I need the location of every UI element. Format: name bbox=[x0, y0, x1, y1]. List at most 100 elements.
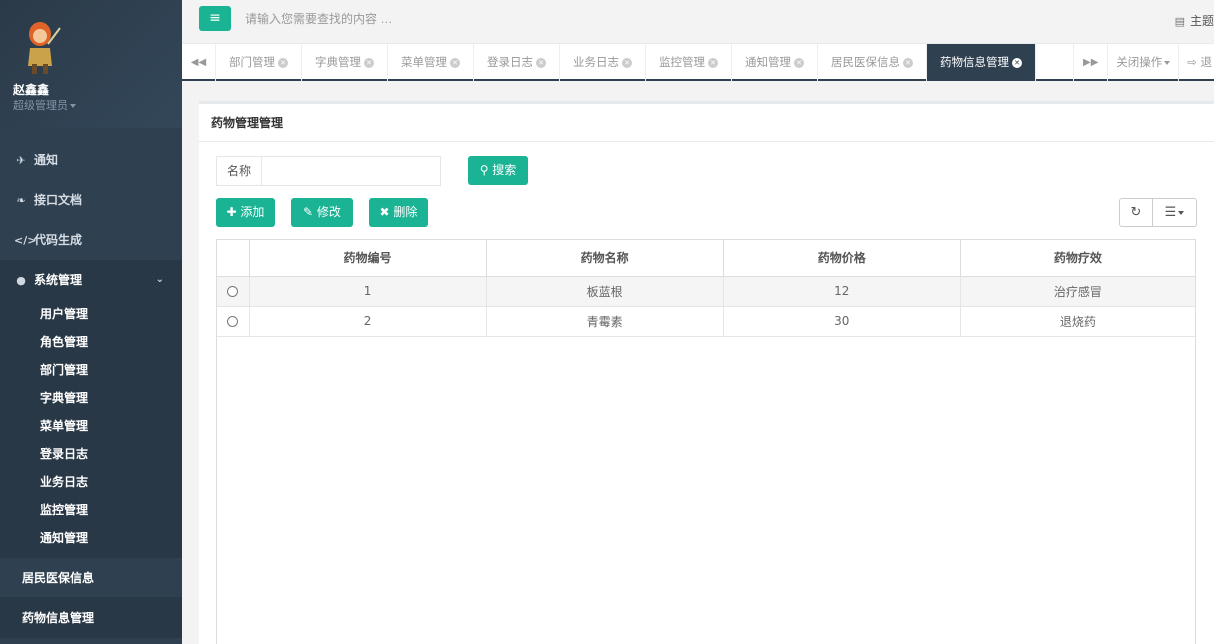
table-row[interactable]: 2 青霉素 30 退烧药 bbox=[217, 306, 1195, 337]
sidebar-item-notice[interactable]: ✈ 通知 bbox=[0, 140, 182, 180]
sidebar-item-label: 通知 bbox=[34, 153, 59, 167]
tab-close-icon[interactable]: ✕ bbox=[708, 57, 718, 68]
sidebar-subitem-role[interactable]: 角色管理 bbox=[0, 328, 182, 356]
tab-close-icon[interactable]: ✕ bbox=[364, 57, 374, 68]
tabs-scroll-right-button[interactable]: ▶▶ bbox=[1073, 44, 1107, 81]
edit-icon: ✎ bbox=[303, 205, 317, 219]
sidebar-subitem-dept[interactable]: 部门管理 bbox=[0, 356, 182, 384]
panel-title: 药物管理管理 bbox=[199, 104, 1214, 142]
tab-notice[interactable]: 通知管理 ✕ bbox=[732, 44, 818, 81]
tab-close-icon[interactable]: ✕ bbox=[536, 57, 546, 68]
close-operations-label: 关闭操作 bbox=[1116, 55, 1163, 69]
row-select-cell bbox=[217, 306, 250, 337]
menu-toggle-button[interactable]: ≡ bbox=[199, 6, 231, 31]
tab-label: 监控管理 bbox=[659, 55, 705, 69]
sidebar-subitem-login-log[interactable]: 登录日志 bbox=[0, 440, 182, 468]
table-cell: 30 bbox=[723, 306, 961, 337]
sidebar-item-medical-insurance[interactable]: 居民医保信息 bbox=[0, 558, 182, 598]
table-cell: 治疗感冒 bbox=[960, 276, 1195, 307]
tab-close-icon[interactable]: ✕ bbox=[1012, 57, 1022, 68]
exit-button[interactable]: ⇨ 退 bbox=[1178, 44, 1214, 81]
content-panel: 药物管理管理 名称 ⚲ 搜索 ✚ 添加 ✎ 修改 ✖ 删除 ↻ ☰ 药物编号 药… bbox=[199, 101, 1214, 644]
top-navbar: ≡ ▤ 主题 bbox=[182, 0, 1214, 44]
sidebar-item-system[interactable]: ● 系统管理 ⌄ bbox=[0, 260, 182, 300]
plus-icon: ✚ bbox=[226, 205, 241, 219]
tab-label: 通知管理 bbox=[745, 55, 791, 69]
tab-close-icon[interactable]: ✕ bbox=[622, 57, 632, 68]
tab-close-icon[interactable]: ✕ bbox=[794, 57, 804, 68]
profile-panel: 赵鑫鑫 超级管理员 bbox=[0, 0, 182, 128]
leaf-icon: ❧ bbox=[16, 194, 26, 207]
table-cell: 青霉素 bbox=[486, 306, 724, 337]
table-cell: 板蓝根 bbox=[486, 276, 724, 307]
table-toolbar: ↻ ☰ bbox=[1119, 198, 1197, 227]
table-cell: 2 bbox=[249, 306, 487, 337]
search-button[interactable]: ⚲ 搜索 bbox=[468, 156, 528, 185]
column-header[interactable]: 药物价格 bbox=[723, 240, 961, 277]
edit-button[interactable]: ✎ 修改 bbox=[291, 198, 353, 227]
tab-close-icon[interactable]: ✕ bbox=[278, 57, 288, 68]
add-button[interactable]: ✚ 添加 bbox=[216, 198, 275, 227]
rocket-icon: ✈ bbox=[16, 154, 26, 167]
column-header[interactable]: 药物名称 bbox=[486, 240, 724, 277]
tab-monitor[interactable]: 监控管理 ✕ bbox=[646, 44, 732, 81]
table-cell: 1 bbox=[249, 276, 487, 307]
select-column-header bbox=[217, 240, 250, 277]
tab-close-icon[interactable]: ✕ bbox=[903, 57, 913, 68]
sidebar-subitem-monitor[interactable]: 监控管理 bbox=[0, 496, 182, 524]
close-icon: ✖ bbox=[379, 205, 394, 219]
search-button-label: 搜索 bbox=[492, 163, 517, 177]
tabs-scroll-left-button[interactable]: ◀◀ bbox=[182, 44, 216, 81]
user-name: 赵鑫鑫 bbox=[13, 83, 50, 97]
sidebar-item-drug-info[interactable]: 药物信息管理 bbox=[0, 598, 182, 638]
column-header[interactable]: 药物疗效 bbox=[960, 240, 1195, 277]
columns-dropdown-button[interactable]: ☰ bbox=[1153, 198, 1197, 227]
tab-actions: ▶▶ 关闭操作 ⇨ 退 bbox=[1073, 44, 1214, 81]
sidebar-item-api-docs[interactable]: ❧ 接口文档 bbox=[0, 180, 182, 220]
column-header[interactable]: 药物编号 bbox=[249, 240, 487, 277]
tab-close-icon[interactable]: ✕ bbox=[450, 57, 460, 68]
tab-label: 登录日志 bbox=[487, 55, 533, 69]
sidebar-item-codegen[interactable]: </>代码生成 bbox=[0, 220, 182, 260]
sidebar-item-label: 接口文档 bbox=[34, 193, 83, 207]
search-icon: ⚲ bbox=[479, 163, 493, 177]
user-role-dropdown[interactable]: 超级管理员 bbox=[13, 97, 76, 113]
table-cell: 12 bbox=[723, 276, 961, 307]
sidebar-subitem-user[interactable]: 用户管理 bbox=[0, 300, 182, 328]
list-icon: ☰ bbox=[1164, 205, 1177, 220]
add-button-label: 添加 bbox=[240, 205, 265, 219]
sidebar-subitem-notice[interactable]: 通知管理 bbox=[0, 524, 182, 552]
tab-menu[interactable]: 菜单管理 ✕ bbox=[388, 44, 474, 81]
double-left-arrow-icon: ◀◀ bbox=[190, 57, 207, 68]
tab-label: 药物信息管理 bbox=[940, 55, 1009, 69]
theme-label: 主题 bbox=[1189, 14, 1214, 28]
tab-label: 居民医保信息 bbox=[831, 55, 900, 69]
theme-icon: ▤ bbox=[1174, 15, 1185, 28]
refresh-button[interactable]: ↻ bbox=[1119, 198, 1153, 227]
row-radio[interactable] bbox=[227, 286, 239, 297]
tab-op-log[interactable]: 业务日志 ✕ bbox=[560, 44, 646, 81]
sidebar-subitem-dict[interactable]: 字典管理 bbox=[0, 384, 182, 412]
name-search-input[interactable] bbox=[261, 156, 441, 186]
close-operations-dropdown[interactable]: 关闭操作 bbox=[1107, 44, 1178, 81]
user-icon: ● bbox=[16, 274, 26, 287]
double-right-arrow-icon: ▶▶ bbox=[1083, 57, 1099, 68]
table-row[interactable]: 1 板蓝根 12 治疗感冒 bbox=[217, 276, 1195, 307]
sidebar-subitem-op-log[interactable]: 业务日志 bbox=[0, 468, 182, 496]
tab-login-log[interactable]: 登录日志 ✕ bbox=[474, 44, 560, 81]
page-tabs: ◀◀ 部门管理 ✕ 字典管理 ✕ 菜单管理 ✕ 登录日志 ✕ 业务日志 ✕ 监控管理 ✕ 通… bbox=[182, 44, 1214, 81]
global-search-input[interactable] bbox=[245, 8, 645, 30]
tab-medical-insurance[interactable]: 居民医保信息 ✕ bbox=[818, 44, 927, 81]
tab-dict[interactable]: 字典管理 ✕ bbox=[302, 44, 388, 81]
row-radio[interactable] bbox=[227, 316, 239, 327]
tab-label: 业务日志 bbox=[573, 55, 619, 69]
delete-button-label: 删除 bbox=[393, 205, 418, 219]
tab-drug-info[interactable]: 药物信息管理 ✕ bbox=[927, 44, 1036, 81]
sidebar-subitem-menu[interactable]: 菜单管理 bbox=[0, 412, 182, 440]
tab-dept[interactable]: 部门管理 ✕ bbox=[216, 44, 302, 81]
delete-button[interactable]: ✖ 删除 bbox=[369, 198, 428, 227]
theme-button[interactable]: ▤ 主题 bbox=[1175, 12, 1214, 29]
tab-strip: 部门管理 ✕ 字典管理 ✕ 菜单管理 ✕ 登录日志 ✕ 业务日志 ✕ 监控管理 ✕ 通知管理… bbox=[216, 44, 1036, 81]
caret-down-icon bbox=[1178, 210, 1185, 215]
avatar[interactable] bbox=[18, 18, 62, 76]
